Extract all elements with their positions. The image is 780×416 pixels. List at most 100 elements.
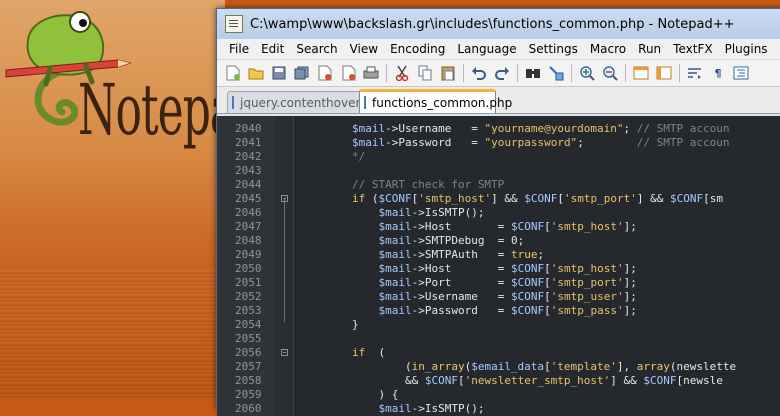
redo-icon[interactable] xyxy=(494,65,510,81)
menu-view[interactable]: View xyxy=(344,42,384,56)
line-number: 2048 xyxy=(235,234,262,247)
code-text: $mail->Password = "yourpassword"; // SMT… xyxy=(351,136,730,149)
tab-label: functions_common.php xyxy=(372,95,513,110)
notepad-app-icon[interactable] xyxy=(225,15,243,33)
word-wrap-icon[interactable] xyxy=(687,65,703,81)
sync-h-icon[interactable] xyxy=(656,65,672,81)
copy-icon[interactable] xyxy=(417,65,433,81)
code-line[interactable]: 2056 if ( xyxy=(217,346,780,360)
line-number: 2044 xyxy=(235,178,262,191)
menu-search[interactable]: Search xyxy=(290,42,343,56)
code-text: $mail->SMTPDebug = 0; xyxy=(378,234,525,247)
code-line[interactable]: 2050 $mail->Host = $CONF['smtp_host']; xyxy=(217,262,780,276)
code-text: $mail->Password = $CONF['smtp_pass']; xyxy=(378,304,637,317)
print-icon[interactable] xyxy=(363,65,379,81)
close-icon[interactable] xyxy=(317,65,333,81)
find-icon[interactable] xyxy=(525,65,541,81)
code-text: $mail->SMTPAuth = true; xyxy=(378,248,545,261)
code-line[interactable]: 2042 */ xyxy=(217,150,780,164)
tab-label: jquery.contenthover.js xyxy=(240,95,373,110)
line-number: 2058 xyxy=(235,374,262,387)
fold-toggle-icon[interactable] xyxy=(281,195,288,202)
code-text: // START check for SMTP xyxy=(351,178,505,191)
menu-bar: File Edit Search View Encoding Language Settin… xyxy=(217,39,780,60)
notepad-window[interactable]: C:\wamp\www\backslash.gr\includes\functi… xyxy=(216,8,780,416)
menu-edit[interactable]: Edit xyxy=(255,42,290,56)
zoom-out-icon[interactable] xyxy=(602,65,618,81)
menu-settings[interactable]: Settings xyxy=(523,42,584,56)
close-all-icon[interactable] xyxy=(340,65,356,81)
code-text: $mail->IsSMTP(); xyxy=(378,402,485,415)
code-text: */ xyxy=(299,150,366,163)
zoom-in-icon[interactable] xyxy=(579,65,595,81)
code-line[interactable]: 2057 (in_array($email_data['template'], … xyxy=(217,360,780,374)
code-line[interactable]: 2041 $mail->Password = "yourpassword"; /… xyxy=(217,136,780,150)
toolbar: ¶ xyxy=(217,60,780,87)
code-line[interactable]: 2048 $mail->SMTPDebug = 0; xyxy=(217,234,780,248)
menu-encoding[interactable]: Encoding xyxy=(384,42,451,56)
title-bar[interactable]: C:\wamp\www\backslash.gr\includes\functi… xyxy=(217,9,780,39)
replace-icon[interactable] xyxy=(548,65,564,81)
code-line[interactable]: 2046 $mail->IsSMTP(); xyxy=(217,206,780,220)
code-text: $mail->Host = $CONF['smtp_host']; xyxy=(378,262,637,275)
js-file-icon xyxy=(232,96,234,109)
code-line[interactable]: 2054 } xyxy=(217,318,780,332)
line-number: 2045 xyxy=(235,192,262,205)
undo-icon[interactable] xyxy=(471,65,487,81)
save-icon[interactable] xyxy=(271,65,287,81)
code-line[interactable]: 2055 xyxy=(217,332,780,346)
toolbar-separator xyxy=(571,64,572,82)
promo-stripe xyxy=(0,270,225,400)
menu-language[interactable]: Language xyxy=(451,42,522,56)
toolbar-separator xyxy=(517,64,518,82)
line-number: 2054 xyxy=(235,318,262,331)
code-line[interactable]: 2049 $mail->SMTPAuth = true; xyxy=(217,248,780,262)
save-all-icon[interactable] xyxy=(294,65,310,81)
code-line[interactable]: 2044 // START check for SMTP xyxy=(217,178,780,192)
line-number: 2043 xyxy=(235,164,262,177)
show-all-chars-icon[interactable]: ¶ xyxy=(710,65,726,81)
menu-windo[interactable]: Windo xyxy=(774,42,780,56)
code-text: if ( xyxy=(351,346,386,359)
code-text: } xyxy=(299,318,359,331)
line-number: 2056 xyxy=(235,346,262,359)
line-number: 2051 xyxy=(235,276,262,289)
indent-guide-icon[interactable] xyxy=(733,65,749,81)
code-line[interactable]: 2047 $mail->Host = $CONF['smtp_host']; xyxy=(217,220,780,234)
code-text: $mail->IsSMTP(); xyxy=(378,206,485,219)
paste-icon[interactable] xyxy=(440,65,456,81)
code-line[interactable]: 2040 $mail->Username = "yourname@yourdom… xyxy=(217,122,780,136)
code-text: $mail->Username = "yourname@yourdomain";… xyxy=(351,122,730,135)
toolbar-separator xyxy=(679,64,680,82)
line-number: 2049 xyxy=(235,248,262,261)
menu-plugins[interactable]: Plugins xyxy=(719,42,774,56)
php-file-icon xyxy=(364,96,366,109)
sync-v-icon[interactable] xyxy=(633,65,649,81)
fold-toggle-icon[interactable] xyxy=(281,349,288,356)
menu-macro[interactable]: Macro xyxy=(584,42,632,56)
new-file-icon[interactable] xyxy=(225,65,241,81)
menu-textfx[interactable]: TextFX xyxy=(667,42,718,56)
menu-run[interactable]: Run xyxy=(632,42,667,56)
line-number: 2053 xyxy=(235,304,262,317)
code-line[interactable]: 2051 $mail->Port = $CONF['smtp_port']; xyxy=(217,276,780,290)
tab-jquery-contenthover[interactable]: jquery.contenthover.js xyxy=(227,91,373,113)
code-line[interactable]: 2045 if ($CONF['smtp_host'] && $CONF['sm… xyxy=(217,192,780,206)
line-number: 2040 xyxy=(235,122,262,135)
code-line[interactable]: 2058 && $CONF['newsletter_smtp_host'] &&… xyxy=(217,374,780,388)
toolbar-separator xyxy=(463,64,464,82)
cut-icon[interactable] xyxy=(394,65,410,81)
code-text: $mail->Username = $CONF['smtp_user']; xyxy=(378,290,637,303)
code-line[interactable]: 2060 $mail->IsSMTP(); xyxy=(217,402,780,416)
tab-functions-common[interactable]: functions_common.php xyxy=(359,89,512,113)
open-file-icon[interactable] xyxy=(248,65,264,81)
toolbar-separator xyxy=(386,64,387,82)
menu-file[interactable]: File xyxy=(223,42,255,56)
code-line[interactable]: 2053 $mail->Password = $CONF['smtp_pass'… xyxy=(217,304,780,318)
code-line[interactable]: 2043 xyxy=(217,164,780,178)
code-line[interactable]: 2052 $mail->Username = $CONF['smtp_user'… xyxy=(217,290,780,304)
code-editor[interactable]: 2040 $mail->Username = "yourname@yourdom… xyxy=(217,116,780,416)
code-text: (in_array($email_data['template'], array… xyxy=(299,360,737,373)
code-text: $mail->Port = $CONF['smtp_port']; xyxy=(378,276,637,289)
code-text: $mail->Host = $CONF['smtp_host']; xyxy=(378,220,637,233)
